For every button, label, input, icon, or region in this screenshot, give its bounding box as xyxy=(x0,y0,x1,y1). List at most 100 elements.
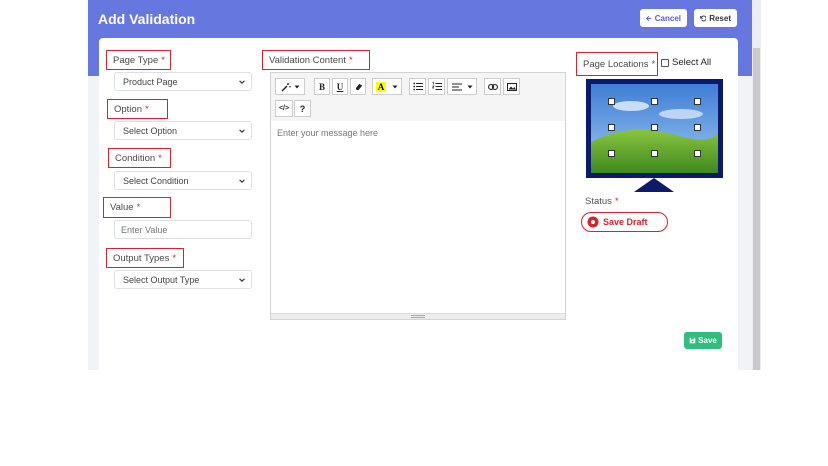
code-icon: </> xyxy=(278,105,290,112)
grip-icon xyxy=(411,315,425,318)
required-mark: * xyxy=(348,54,353,66)
value-input[interactable] xyxy=(114,220,252,239)
location-handle[interactable] xyxy=(651,124,658,131)
select-all-checkbox[interactable]: Select All xyxy=(659,56,714,69)
ordered-list-button[interactable] xyxy=(428,78,445,95)
save-button[interactable]: Save xyxy=(684,332,722,349)
output-types-label-text: Output Types xyxy=(113,252,170,264)
option-label: Option * xyxy=(107,99,168,119)
caret-down-icon xyxy=(392,85,398,88)
align-left-icon xyxy=(451,82,462,91)
required-mark: * xyxy=(172,252,177,264)
link-icon xyxy=(487,83,498,90)
validation-content-label-text: Validation Content xyxy=(269,54,346,66)
location-handle[interactable] xyxy=(694,98,701,105)
underline-button[interactable]: U xyxy=(332,78,348,95)
status-label: Status * xyxy=(585,196,619,207)
reset-button[interactable]: Reset xyxy=(694,9,737,27)
floppy-disk-icon xyxy=(689,337,696,344)
eraser-icon xyxy=(355,83,362,91)
output-types-label: Output Types * xyxy=(106,248,184,268)
location-handle[interactable] xyxy=(694,150,701,157)
editor-toolbar: B U A </> ? xyxy=(271,73,565,121)
screen-preview xyxy=(591,84,718,173)
page-locations-label-text: Page Locations xyxy=(583,58,649,70)
page: Add Validation Cancel Reset Page Type * P… xyxy=(0,0,828,466)
insert-image-button[interactable] xyxy=(503,78,520,95)
location-handle[interactable] xyxy=(608,98,615,105)
page-type-select[interactable]: Product Page xyxy=(114,72,252,91)
required-mark: * xyxy=(158,152,162,164)
editor-placeholder: Enter your message here xyxy=(277,128,379,138)
bold-button[interactable]: B xyxy=(314,78,330,95)
location-handle[interactable] xyxy=(651,98,658,105)
insert-link-button[interactable] xyxy=(484,78,501,95)
location-handle[interactable] xyxy=(608,124,615,131)
condition-label: Condition * xyxy=(108,148,171,168)
output-type-value: Select Output Type xyxy=(123,274,200,285)
font-color-icon: A xyxy=(375,81,387,92)
option-select[interactable]: Select Option xyxy=(114,121,252,140)
unordered-list-button[interactable] xyxy=(409,78,426,95)
paragraph-align-button[interactable] xyxy=(447,78,477,95)
location-handle[interactable] xyxy=(608,150,615,157)
editor-content-area[interactable]: Enter your message here xyxy=(271,121,565,315)
option-label-text: Option xyxy=(114,103,142,115)
required-mark: * xyxy=(651,58,656,70)
save-draft-label: Save Draft xyxy=(603,217,648,227)
required-mark: * xyxy=(161,54,165,66)
chevron-down-icon xyxy=(239,129,245,133)
chevron-down-icon xyxy=(239,179,245,183)
save-button-label: Save xyxy=(698,336,717,345)
output-type-select[interactable]: Select Output Type xyxy=(114,270,252,289)
condition-label-text: Condition xyxy=(115,152,156,164)
monitor-stand xyxy=(634,178,674,192)
cancel-button-label: Cancel xyxy=(654,13,681,23)
caret-down-icon xyxy=(467,85,472,88)
magic-wand-icon xyxy=(281,82,291,91)
bullet-list-icon xyxy=(412,82,423,91)
numbered-list-icon xyxy=(431,82,442,90)
reset-button-label: Reset xyxy=(709,13,731,23)
required-mark: * xyxy=(145,103,149,115)
style-dropdown-button[interactable] xyxy=(275,78,305,95)
help-icon: ? xyxy=(299,103,306,114)
arrow-left-icon xyxy=(646,15,652,21)
condition-select[interactable]: Select Condition xyxy=(114,171,252,190)
page-title: Add Validation xyxy=(98,11,196,27)
chevron-down-icon xyxy=(239,278,245,282)
required-mark: * xyxy=(614,196,619,207)
scrollbar-thumb[interactable] xyxy=(753,48,760,370)
location-handle[interactable] xyxy=(694,124,701,131)
page-type-label-text: Page Type xyxy=(113,54,159,66)
caret-down-icon xyxy=(294,85,299,88)
required-mark: * xyxy=(136,202,141,213)
cancel-button[interactable]: Cancel xyxy=(640,9,687,27)
rich-text-editor: B U A </> ? Enter your message here xyxy=(270,72,566,320)
image-icon xyxy=(506,82,517,91)
select-all-label: Select All xyxy=(672,57,712,68)
radio-dot-icon xyxy=(587,216,599,228)
color-button[interactable]: A xyxy=(372,78,402,95)
page-type-value: Product Page xyxy=(123,76,178,87)
value-label: Value * xyxy=(103,197,171,218)
undo-icon xyxy=(700,15,707,21)
option-value: Select Option xyxy=(123,125,178,136)
page-locations-label: Page Locations * xyxy=(576,52,658,76)
value-label-text: Value xyxy=(110,202,134,213)
checkbox-icon[interactable] xyxy=(661,58,669,67)
editor-resize-handle[interactable] xyxy=(271,313,565,319)
page-type-label: Page Type * xyxy=(106,50,171,70)
code-view-button[interactable]: </> xyxy=(275,100,293,117)
clear-format-button[interactable] xyxy=(350,78,366,95)
underline-icon: U xyxy=(336,81,344,92)
save-draft-toggle[interactable]: Save Draft xyxy=(581,212,668,232)
validation-content-label: Validation Content * xyxy=(262,50,370,70)
location-handle[interactable] xyxy=(651,150,658,157)
bold-icon: B xyxy=(318,81,325,92)
condition-value: Select Condition xyxy=(123,175,189,186)
help-button[interactable]: ? xyxy=(294,100,311,117)
monitor-preview xyxy=(586,79,723,178)
status-label-text: Status xyxy=(585,196,612,207)
chevron-down-icon xyxy=(239,80,245,84)
